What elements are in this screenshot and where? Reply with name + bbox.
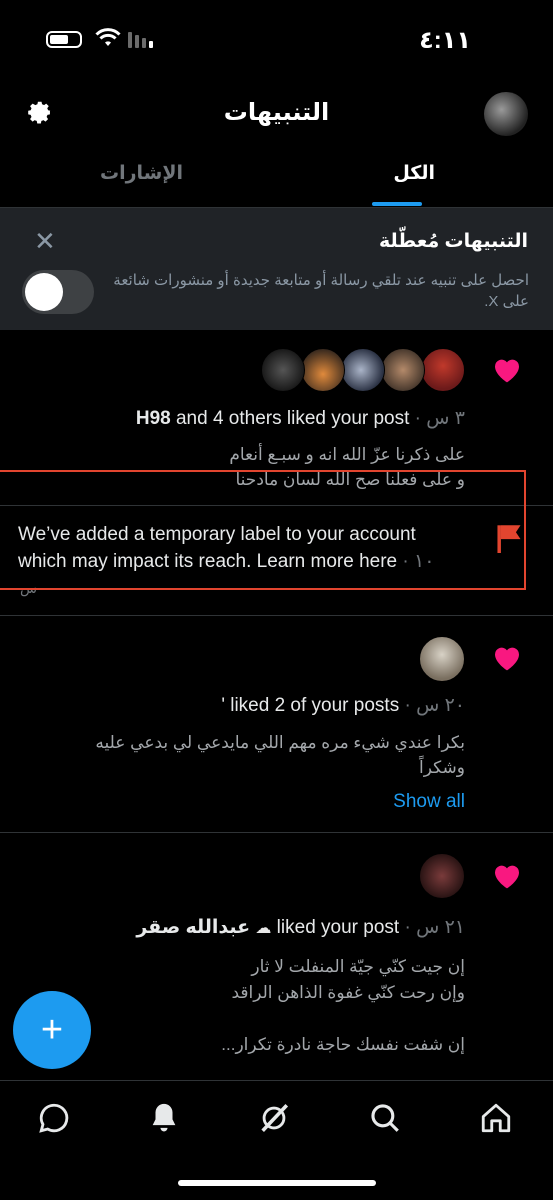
post-text: بكرا عندي شيء مره مهم اللي مايدعي لي بدع…: [95, 733, 465, 752]
timestamp: · ٢١ س: [399, 917, 465, 938]
avatar[interactable]: [301, 348, 345, 392]
search-icon[interactable]: [368, 1101, 402, 1135]
highlight-box: [0, 470, 526, 590]
post-text: إن شفت نفسك حاجة نادرة تكرار...: [221, 1035, 465, 1054]
user-name[interactable]: H98: [136, 408, 171, 429]
cloud-emoji-icon: ☁: [255, 920, 272, 937]
messages-icon[interactable]: [37, 1101, 71, 1135]
status-time: ٤:١١: [419, 27, 471, 54]
compose-button[interactable]: +: [13, 991, 91, 1069]
nav-divider: [0, 1080, 553, 1081]
post-text: وإن رحت كنّي غفوة الذاهن الراقد: [231, 983, 465, 1002]
avatar[interactable]: [419, 636, 465, 682]
home-icon[interactable]: [479, 1101, 513, 1135]
divider: [0, 832, 553, 833]
like-action: and 4 others liked your post: [170, 408, 410, 429]
heart-icon: [495, 359, 519, 383]
notification-line: ' liked 2 of your posts · ٢٠ س: [221, 694, 465, 717]
post-text: إن جيت كنّي جيّة المنفلت لا ثار: [251, 957, 465, 976]
profile-avatar[interactable]: [484, 92, 528, 136]
post-text: وشكراً: [419, 758, 465, 777]
avatar[interactable]: [261, 348, 305, 392]
notification-line: H98 and 4 others liked your post · ٣ س: [136, 407, 465, 430]
close-icon[interactable]: ✕: [34, 228, 56, 254]
show-all-link[interactable]: Show all: [393, 791, 465, 813]
toggle-knob: [25, 273, 63, 311]
grok-icon[interactable]: [257, 1101, 291, 1135]
page-title: التنبيهات: [223, 99, 330, 126]
heart-icon: [495, 865, 519, 889]
wifi-icon: [95, 28, 121, 46]
timestamp: · ٢٠ س: [399, 695, 465, 716]
avatar[interactable]: [419, 853, 465, 899]
banner-text: احصل على تنبيه عند تلقي رسالة أو متابعة …: [113, 272, 529, 310]
home-indicator[interactable]: [178, 1180, 376, 1186]
tab-all[interactable]: الكل: [393, 162, 435, 185]
avatar[interactable]: [381, 348, 425, 392]
divider: [0, 615, 553, 616]
tab-mentions[interactable]: الإشارات: [100, 162, 183, 185]
post-text: على ذكرنا عزّ الله انه و سبـع أنعام: [229, 445, 465, 464]
bell-icon[interactable]: [147, 1101, 181, 1135]
banner-title: التنبيهات مُعطّلة: [379, 231, 528, 252]
heart-icon: [495, 647, 519, 671]
avatar[interactable]: [421, 348, 465, 392]
battery-icon: [46, 31, 82, 48]
like-action: liked your post: [271, 917, 400, 938]
plus-icon: +: [40, 1008, 64, 1051]
avatar[interactable]: [341, 348, 385, 392]
user-name[interactable]: عبدالله صقر: [136, 917, 250, 938]
timestamp: · ٣ س: [409, 408, 465, 429]
notification-line: عبدالله صقر ☁ liked your post · ٢١ س: [136, 916, 465, 939]
active-tab-indicator: [372, 202, 422, 206]
signal-icon: [128, 32, 153, 48]
notifications-toggle[interactable]: [22, 270, 94, 314]
like-action: ' liked 2 of your posts: [221, 695, 400, 716]
